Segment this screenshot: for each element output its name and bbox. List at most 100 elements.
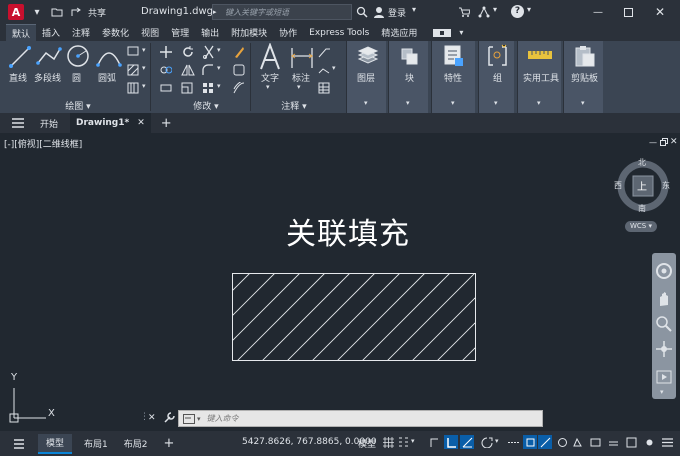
copy-icon[interactable]	[160, 64, 172, 76]
polyline-icon[interactable]	[36, 45, 62, 69]
tab-insert[interactable]: 插入	[36, 24, 66, 41]
maximize-icon[interactable]	[620, 4, 636, 20]
tab-layout1[interactable]: 布局1	[76, 434, 116, 454]
isodraft-icon[interactable]	[480, 435, 494, 449]
close-icon[interactable]: ✕	[652, 4, 668, 20]
trim-dropdown-icon[interactable]: ▾	[217, 46, 221, 54]
trim-icon[interactable]	[202, 45, 216, 59]
ortho-icon[interactable]	[444, 435, 458, 449]
help-icon[interactable]: ?	[511, 5, 524, 18]
line-label[interactable]: 直线	[9, 71, 27, 84]
annotation-scale-icon[interactable]	[555, 435, 569, 449]
fillet-icon[interactable]	[202, 64, 214, 76]
cmdline-close-icon[interactable]: ✕	[148, 413, 156, 423]
user-icon[interactable]	[373, 6, 385, 18]
viewcube-west[interactable]: 西	[614, 180, 622, 191]
open-folder-icon[interactable]	[50, 5, 64, 19]
ribbon-options-button[interactable]	[427, 24, 457, 41]
connect-dropdown-icon[interactable]: ▾	[493, 5, 497, 14]
offset-icon[interactable]	[233, 82, 245, 94]
cmdline-prompt-icon[interactable]	[183, 413, 195, 424]
quick-properties-icon[interactable]	[624, 435, 638, 449]
group-dropdown-icon[interactable]: ▾	[494, 99, 498, 107]
tab-addins[interactable]: 附加模块	[225, 24, 273, 41]
text-icon[interactable]	[258, 43, 282, 71]
menu-arrow-icon[interactable]: ▾	[30, 5, 44, 19]
isodraft-dropdown-icon[interactable]: ▾	[495, 437, 499, 445]
utilities-panel-button[interactable]: 实用工具 ▾	[517, 41, 561, 113]
customization-icon[interactable]	[660, 435, 674, 449]
file-tabs-menu-icon[interactable]	[6, 113, 30, 133]
search-icon[interactable]	[356, 6, 368, 18]
scale-icon[interactable]	[181, 82, 193, 94]
app-logo[interactable]: A	[8, 4, 24, 20]
isolate-objects-icon[interactable]	[642, 435, 656, 449]
rectangle-dropdown-icon[interactable]: ▾	[142, 46, 146, 54]
object-snap-icon[interactable]	[523, 435, 537, 449]
polyline-label[interactable]: 多段线	[34, 71, 61, 84]
array-icon[interactable]	[202, 82, 214, 94]
polar-tracking-icon[interactable]	[460, 435, 474, 449]
group-panel-button[interactable]: 组 ▾	[478, 41, 514, 113]
table-icon[interactable]	[318, 82, 330, 94]
arc-label[interactable]: 圆弧	[98, 71, 116, 84]
erase-icon[interactable]	[233, 45, 245, 59]
explode-icon[interactable]	[233, 64, 245, 76]
leader-dropdown-icon[interactable]: ▾	[332, 64, 336, 72]
login-button[interactable]: 登录	[388, 6, 406, 19]
dimension-icon[interactable]	[290, 44, 314, 70]
search-input[interactable]: 键入关键字或短语	[212, 4, 352, 20]
clipboard-panel-button[interactable]: 剪贴板 ▾	[563, 41, 603, 113]
annotate-group-label[interactable]: 注释 ▾	[276, 99, 312, 112]
utilities-dropdown-icon[interactable]: ▾	[537, 99, 541, 107]
tab-view[interactable]: 视图	[135, 24, 165, 41]
tab-collaborate[interactable]: 协作	[273, 24, 303, 41]
clipboard-dropdown-icon[interactable]: ▾	[581, 99, 585, 107]
cart-icon[interactable]	[458, 6, 470, 18]
dynamic-input-icon[interactable]	[538, 435, 552, 449]
leader-icon[interactable]	[318, 64, 330, 76]
viewport-minimize-icon[interactable]: —	[649, 138, 657, 147]
stretch-icon[interactable]	[160, 82, 172, 94]
hatch-rectangle[interactable]	[232, 273, 476, 361]
snap-dropdown-icon[interactable]: ▾	[411, 437, 415, 445]
tab-output[interactable]: 输出	[195, 24, 225, 41]
tab-manage[interactable]: 管理	[165, 24, 195, 41]
tab-express-tools[interactable]: Express Tools	[303, 24, 375, 41]
command-line-input[interactable]: ▾ 键入命令	[178, 410, 543, 427]
circle-label[interactable]: 圆	[72, 71, 81, 84]
block-panel-button[interactable]: 块 ▾	[388, 41, 428, 113]
text-label[interactable]: 文字	[261, 71, 279, 84]
infer-constraints-icon[interactable]	[427, 435, 441, 449]
navbar-options-icon[interactable]: ▾	[660, 388, 664, 396]
units-icon[interactable]	[606, 435, 620, 449]
circle-icon[interactable]	[66, 44, 90, 68]
mirror-icon[interactable]	[181, 64, 195, 76]
model-space-button[interactable]: 模型	[358, 437, 376, 450]
steering-wheel-icon[interactable]	[655, 262, 673, 280]
modify-group-label[interactable]: 修改 ▾	[188, 99, 224, 112]
properties-dropdown-icon[interactable]: ▾	[451, 99, 455, 107]
tab-annotate[interactable]: 注释	[66, 24, 96, 41]
annotation-monitor-icon[interactable]	[588, 435, 602, 449]
draw-group-label[interactable]: 绘图 ▾	[60, 99, 96, 112]
move-icon[interactable]	[160, 46, 172, 58]
dimension-label[interactable]: 标注	[292, 71, 310, 84]
orbit-icon[interactable]	[655, 340, 673, 358]
workspace-icon[interactable]	[570, 435, 584, 449]
viewport-restore-icon[interactable]	[660, 138, 668, 146]
tab-parametric[interactable]: 参数化	[96, 24, 135, 41]
viewcube-east[interactable]: 东	[662, 180, 670, 191]
cmdline-customize-icon[interactable]	[163, 412, 175, 424]
viewcube-top-face[interactable]: 上	[637, 178, 647, 193]
hatch-dropdown-icon[interactable]: ▾	[142, 64, 146, 72]
multileader-icon[interactable]	[318, 46, 330, 58]
add-layout-icon[interactable]: +	[155, 434, 182, 454]
rotate-icon[interactable]	[181, 45, 195, 59]
arc-icon[interactable]	[96, 45, 122, 69]
fillet-dropdown-icon[interactable]: ▾	[217, 64, 221, 72]
text-dropdown-icon[interactable]: ▾	[266, 83, 270, 91]
array-dropdown-icon[interactable]: ▾	[217, 82, 221, 90]
login-dropdown-icon[interactable]: ▾	[412, 5, 416, 14]
block-dropdown-icon[interactable]: ▾	[406, 99, 410, 107]
